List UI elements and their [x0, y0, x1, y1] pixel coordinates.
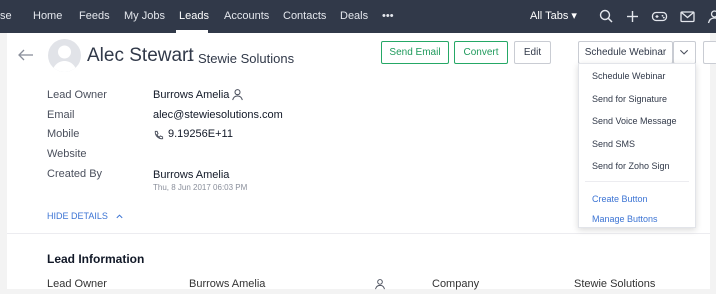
mobile-value[interactable]: 9.19256E+11 [168, 128, 233, 140]
more-actions-button[interactable] [673, 41, 696, 64]
created-by-value: Burrows Amelia [153, 169, 230, 181]
created-time: Thu, 8 Jun 2017 06:03 PM [153, 183, 248, 192]
phone-icon[interactable] [153, 128, 164, 146]
menu-item-create-button[interactable]: Create Button [592, 194, 648, 204]
chevron-down-icon [680, 49, 689, 55]
mobile-label: Mobile [47, 128, 80, 140]
send-email-button[interactable]: Send Email [381, 41, 449, 64]
title-separator: - [187, 51, 192, 67]
gamepad-icon[interactable] [651, 8, 668, 25]
hide-details-label: HIDE DETAILS [47, 211, 108, 221]
website-label: Website [47, 148, 87, 160]
nav-item-deals[interactable]: Deals [340, 0, 368, 33]
mail-icon[interactable] [679, 8, 696, 25]
lead-information-heading: Lead Information [47, 252, 145, 266]
convert-button[interactable]: Convert [454, 41, 508, 64]
more-options-button[interactable] [703, 41, 716, 64]
record-title: Alec Stewart [87, 45, 194, 66]
nav-item-accounts[interactable]: Accounts [224, 0, 269, 33]
schedule-webinar-button[interactable]: Schedule Webinar [578, 41, 673, 64]
menu-item-send-for-zoho-sign[interactable]: Send for Zoho Sign [592, 161, 670, 171]
user-icon[interactable] [374, 277, 386, 294]
chevron-up-icon [116, 214, 123, 219]
plus-icon[interactable] [624, 8, 641, 25]
nav-item-feeds[interactable]: Feeds [79, 0, 110, 33]
section-divider [7, 233, 710, 234]
menu-item-manage-buttons[interactable]: Manage Buttons [592, 214, 658, 224]
more-tabs-icon[interactable]: ••• [382, 0, 394, 33]
info-company-label: Company [432, 278, 480, 290]
info-lead-owner-label: Lead Owner [47, 278, 107, 290]
nav-item-cases[interactable]: se [0, 0, 12, 33]
menu-item-send-voice-message[interactable]: Send Voice Message [592, 116, 677, 126]
top-navigation-bar: se Home Feeds My Jobs Leads Accounts Con… [0, 0, 716, 33]
email-label: Email [47, 109, 75, 121]
menu-item-send-sms[interactable]: Send SMS [592, 139, 635, 149]
lead-owner-label: Lead Owner [47, 89, 107, 101]
nav-item-leads[interactable]: Leads [179, 0, 209, 33]
menu-item-send-for-signature[interactable]: Send for Signature [592, 94, 667, 104]
actions-dropdown-menu: Schedule Webinar Send for Signature Send… [578, 63, 696, 228]
back-arrow-icon[interactable] [17, 46, 35, 64]
nav-item-my-jobs[interactable]: My Jobs [124, 0, 165, 33]
edit-button[interactable]: Edit [514, 41, 551, 64]
nav-item-home[interactable]: Home [33, 0, 62, 33]
user-icon[interactable] [231, 88, 244, 106]
search-icon[interactable] [598, 8, 615, 25]
email-value[interactable]: alec@stewiesolutions.com [153, 109, 283, 121]
all-tabs-dropdown[interactable]: All Tabs ▾ [530, 0, 577, 33]
hide-details-link[interactable]: HIDE DETAILS [47, 211, 124, 221]
lead-owner-value[interactable]: Burrows Amelia [153, 89, 229, 101]
info-company-value[interactable]: Stewie Solutions [574, 278, 655, 290]
info-lead-owner-value[interactable]: Burrows Amelia [189, 278, 265, 290]
user-icon[interactable] [706, 8, 716, 25]
avatar[interactable] [48, 39, 81, 72]
record-company: Stewie Solutions [198, 51, 295, 66]
menu-item-schedule-webinar[interactable]: Schedule Webinar [592, 71, 665, 81]
created-by-label: Created By [47, 168, 103, 180]
menu-divider [585, 181, 689, 182]
nav-item-contacts[interactable]: Contacts [283, 0, 326, 33]
